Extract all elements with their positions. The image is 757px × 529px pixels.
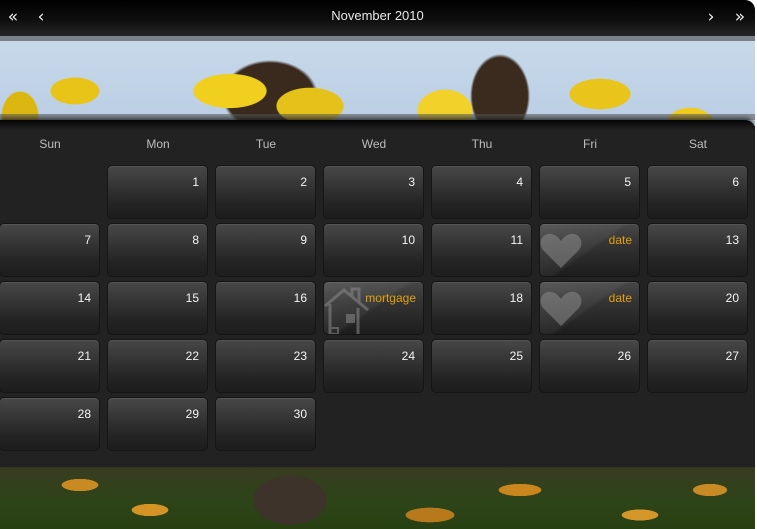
day-cell-30[interactable]: 30 — [215, 397, 316, 451]
day-cell-10[interactable]: 10 — [323, 223, 424, 277]
day-number: 11 — [510, 233, 523, 247]
day-cell-1[interactable]: 1 — [107, 165, 208, 219]
day-number: 4 — [516, 175, 523, 189]
day-cell-16[interactable]: 16 — [215, 281, 316, 335]
day-number: 16 — [293, 291, 307, 305]
day-cell-9[interactable]: 9 — [215, 223, 316, 277]
day-number: 7 — [84, 233, 91, 247]
weekday-header-wed: Wed — [361, 137, 387, 151]
weekday-header-tue: Tue — [255, 137, 277, 151]
calendar-grid: Sun Mon Tue Wed Thu Fri Sat 1 2 3 4 5 6 7 8 9 10 11 date 13… — [0, 120, 755, 467]
day-number: 1 — [192, 175, 199, 189]
day-number: 22 — [185, 349, 199, 363]
day-cell-4[interactable]: 4 — [431, 165, 532, 219]
heart-icon — [540, 230, 582, 274]
day-number: 5 — [624, 175, 631, 189]
event-label[interactable]: date — [609, 291, 632, 305]
day-cell-11[interactable]: 11 — [431, 223, 532, 277]
double-chevron-right-icon: » — [734, 7, 746, 27]
day-number: 27 — [725, 349, 739, 363]
day-cell-28[interactable]: 28 — [0, 397, 100, 451]
house-icon — [324, 286, 370, 334]
day-cell-13[interactable]: 13 — [647, 223, 748, 277]
day-cell-20[interactable]: 20 — [647, 281, 748, 335]
day-number: 14 — [77, 291, 91, 305]
day-cell-2[interactable]: 2 — [215, 165, 316, 219]
day-cell-15[interactable]: 15 — [107, 281, 208, 335]
day-number: 15 — [185, 291, 199, 305]
day-cell-25[interactable]: 25 — [431, 339, 532, 393]
weekday-header-sun: Sun — [39, 137, 61, 151]
event-label[interactable]: date — [609, 233, 632, 247]
day-number: 13 — [725, 233, 739, 247]
weekday-header-thu: Thu — [471, 137, 493, 151]
day-cell-26[interactable]: 26 — [539, 339, 640, 393]
day-number: 9 — [300, 233, 307, 247]
day-cell-7[interactable]: 7 — [0, 223, 100, 277]
day-number: 29 — [185, 407, 199, 421]
next-year-button[interactable]: » — [729, 6, 751, 28]
weekday-header-mon: Mon — [146, 137, 170, 151]
day-cell-14[interactable]: 14 — [0, 281, 100, 335]
day-number: 23 — [293, 349, 307, 363]
day-cell-18[interactable]: 18 — [431, 281, 532, 335]
weekday-header-sat: Sat — [688, 137, 707, 151]
day-cell-23[interactable]: 23 — [215, 339, 316, 393]
day-number: 28 — [77, 407, 91, 421]
day-number: 8 — [192, 233, 199, 247]
day-number: 6 — [732, 175, 739, 189]
day-number: 10 — [401, 233, 415, 247]
footer-photo-fallen-leaves — [0, 460, 755, 529]
day-number: 2 — [300, 175, 307, 189]
day-number: 26 — [617, 349, 631, 363]
day-cell-24[interactable]: 24 — [323, 339, 424, 393]
day-cell-12[interactable]: date — [539, 223, 640, 277]
day-cell-22[interactable]: 22 — [107, 339, 208, 393]
calendar-app: « ‹ November 2010 › » Sun Mon Tue Wed Thu Fri… — [0, 0, 755, 529]
month-header: « ‹ November 2010 › » — [0, 0, 755, 36]
header-photo-autumn-leaves — [0, 36, 755, 126]
day-number: 25 — [509, 349, 523, 363]
weekday-header-fri: Fri — [583, 137, 597, 151]
day-cell-17[interactable]: mortgage — [323, 281, 424, 335]
day-number: 21 — [77, 349, 91, 363]
day-cell-19[interactable]: date — [539, 281, 640, 335]
day-cell-27[interactable]: 27 — [647, 339, 748, 393]
day-number: 20 — [725, 291, 739, 305]
day-cell-6[interactable]: 6 — [647, 165, 748, 219]
next-month-button[interactable]: › — [700, 6, 722, 28]
day-cell-8[interactable]: 8 — [107, 223, 208, 277]
chevron-right-icon: › — [707, 7, 715, 27]
day-number: 30 — [293, 407, 307, 421]
event-label[interactable]: mortgage — [365, 291, 416, 305]
day-number: 24 — [401, 349, 415, 363]
day-cell-5[interactable]: 5 — [539, 165, 640, 219]
month-title: November 2010 — [331, 8, 424, 23]
day-cell-29[interactable]: 29 — [107, 397, 208, 451]
day-number: 18 — [509, 291, 523, 305]
heart-icon — [540, 288, 582, 332]
day-number: 3 — [408, 175, 415, 189]
day-cell-21[interactable]: 21 — [0, 339, 100, 393]
day-cell-3[interactable]: 3 — [323, 165, 424, 219]
